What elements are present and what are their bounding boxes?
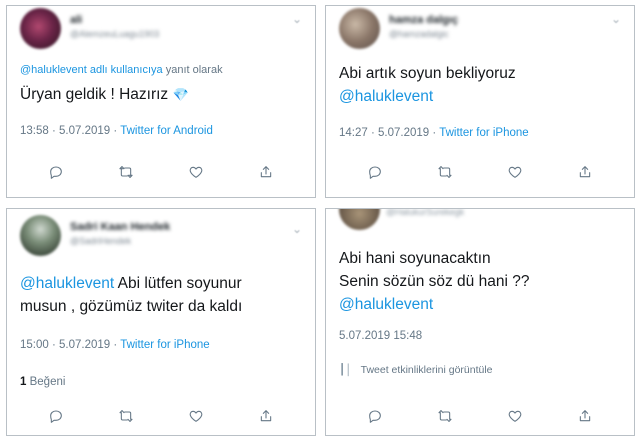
like-count-number: 1	[20, 376, 27, 388]
retweet-icon	[119, 166, 133, 178]
tweet-text-line: @haluklevent Abi lütfen soyunur	[20, 272, 242, 295]
tweet-source-link[interactable]: Twitter for iPhone	[439, 127, 528, 139]
avatar[interactable]	[20, 8, 61, 49]
mention-link[interactable]: @haluklevent	[339, 85, 516, 108]
action-bar	[7, 161, 315, 183]
tweet-text: Abi hani soyunacaktın Senin sözün söz dü…	[339, 247, 529, 316]
tweet-meta: 5.07.2019 15:48	[339, 330, 422, 342]
author-name[interactable]: ali	[70, 14, 82, 26]
reply-suffix: yanıt olarak	[165, 64, 223, 76]
heart-icon	[189, 410, 203, 422]
tweet-time[interactable]: 13:58 · 5.07.2019 ·	[20, 125, 117, 137]
reply-button[interactable]	[364, 405, 386, 427]
avatar[interactable]	[339, 8, 380, 49]
reply-context: @haluklevent adlı kullanıcıya yanıt olar…	[20, 64, 223, 76]
share-button[interactable]	[574, 405, 596, 427]
activity-label: Tweet etkinliklerini görüntüle	[360, 364, 493, 376]
like-button[interactable]	[504, 405, 526, 427]
reply-icon	[50, 166, 62, 179]
tweet-text-line: Senin sözün söz dü hani ??	[339, 273, 530, 290]
tweet-source-link[interactable]: Twitter for iPhone	[120, 339, 209, 351]
reply-mention-link[interactable]: @haluklevent adlı kullanıcıya	[20, 64, 163, 76]
tweet-card[interactable]: Sadri Kaan Hendek @SadriHendek ⌄ @halukl…	[6, 208, 316, 436]
share-button[interactable]	[255, 405, 277, 427]
reply-icon	[369, 410, 381, 423]
tweet-time[interactable]: 14:27 · 5.07.2019 ·	[339, 127, 436, 139]
retweet-icon	[438, 410, 452, 422]
author-handle: @AlemzeuLuagu1903	[70, 29, 160, 39]
avatar[interactable]	[339, 209, 380, 230]
retweet-button[interactable]	[115, 161, 137, 183]
heart-icon	[189, 166, 203, 178]
action-bar	[326, 405, 634, 427]
share-button[interactable]	[574, 161, 596, 183]
avatar[interactable]	[20, 215, 61, 256]
share-icon	[579, 166, 591, 178]
tweet-time[interactable]: 15:00 · 5.07.2019 ·	[20, 339, 117, 351]
tweet-activity-link[interactable]: ┃│ Tweet etkinliklerini görüntüle	[339, 364, 493, 376]
chevron-down-icon[interactable]: ⌄	[291, 13, 303, 25]
tweet-text-body: Üryan geldik ! Hazırız	[20, 86, 169, 103]
tweet-card[interactable]: ali @AlemzeuLuagu1903 ⌄ @haluklevent adl…	[6, 5, 316, 198]
share-icon	[260, 166, 272, 178]
retweet-icon	[119, 410, 133, 422]
tweet-meta: 13:58 · 5.07.2019 · Twitter for Android	[20, 125, 213, 137]
gem-emoji: 💎	[172, 87, 189, 102]
tweet-meta: 15:00 · 5.07.2019 · Twitter for iPhone	[20, 339, 210, 351]
analytics-icon: ┃│	[339, 364, 352, 376]
retweet-button[interactable]	[434, 161, 456, 183]
share-button[interactable]	[255, 161, 277, 183]
author-handle: @hamzadalgic	[389, 29, 449, 39]
tweet-text: @haluklevent Abi lütfen soyunur musun , …	[20, 272, 242, 318]
share-icon	[260, 410, 272, 422]
tweet-text-line: Abi hani soyunacaktın	[339, 250, 491, 267]
mention-link[interactable]: @haluklevent	[339, 293, 529, 316]
action-bar	[7, 405, 315, 427]
mention-link[interactable]: @haluklevent	[20, 275, 114, 292]
tweet-text-body: Abi lütfen soyunur	[117, 275, 242, 292]
retweet-button[interactable]	[115, 405, 137, 427]
author-name[interactable]: Sadri Kaan Hendek	[70, 221, 170, 233]
tweet-text: Abi artık soyun bekliyoruz @haluklevent	[339, 62, 516, 108]
author-name[interactable]: hamza dalgıç	[389, 14, 458, 26]
reply-icon	[50, 410, 62, 423]
like-button[interactable]	[504, 161, 526, 183]
tweet-card[interactable]: @HalukurSurekegk Abi hani soyunacaktın S…	[325, 208, 635, 436]
chevron-down-icon[interactable]: ⌄	[291, 223, 303, 235]
retweet-icon	[438, 166, 452, 178]
author-handle: @SadriHendek	[70, 236, 132, 246]
share-icon	[579, 410, 591, 422]
tweet-source-link[interactable]: Twitter for Android	[120, 125, 213, 137]
tweet-meta: 14:27 · 5.07.2019 · Twitter for iPhone	[339, 127, 529, 139]
reply-button[interactable]	[45, 405, 67, 427]
like-button[interactable]	[185, 405, 207, 427]
retweet-button[interactable]	[434, 405, 456, 427]
chevron-down-icon[interactable]: ⌄	[610, 13, 622, 25]
tweet-time[interactable]: 5.07.2019 15:48	[339, 330, 422, 342]
tweet-card[interactable]: hamza dalgıç @hamzadalgic ⌄ Abi artık so…	[325, 5, 635, 198]
reply-button[interactable]	[364, 161, 386, 183]
tweet-text-line: Abi artık soyun bekliyoruz	[339, 65, 516, 82]
tweet-text-line: musun , gözümüz twiter da kaldı	[20, 298, 243, 315]
like-button[interactable]	[185, 161, 207, 183]
reply-icon	[369, 166, 381, 179]
reply-button[interactable]	[45, 161, 67, 183]
like-count-label: Beğeni	[29, 376, 66, 388]
heart-icon	[508, 166, 522, 178]
action-bar	[326, 161, 634, 183]
like-count[interactable]: 1 Beğeni	[20, 376, 65, 388]
tweet-text: Üryan geldik ! Hazırız 💎	[20, 83, 189, 106]
heart-icon	[508, 410, 522, 422]
author-handle: @HalukurSurekegk	[386, 208, 465, 217]
